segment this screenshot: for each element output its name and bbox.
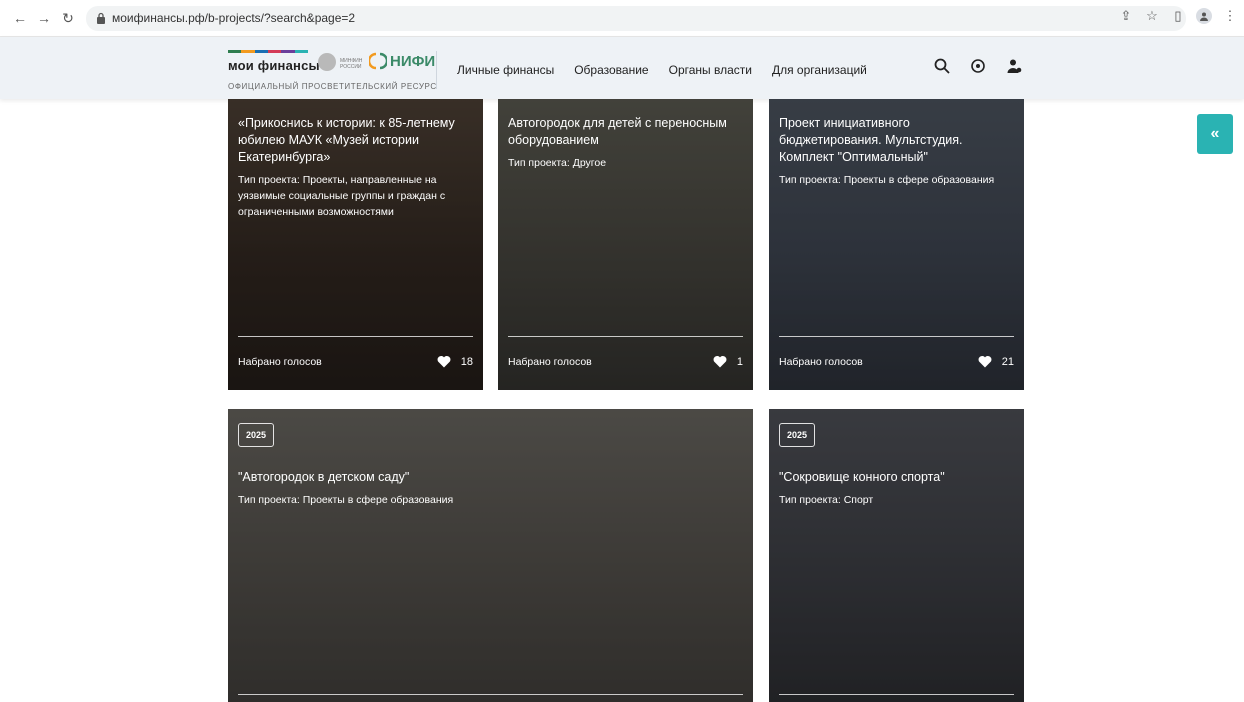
sidepanel-icon[interactable]: ▯	[1170, 8, 1186, 24]
nifi-label: НИФИ	[390, 53, 436, 70]
project-type: Тип проекта: Проекты в сфере образования	[238, 494, 454, 506]
search-icon[interactable]	[933, 57, 951, 75]
votes-label: Набрано голосов	[508, 355, 592, 368]
menu-kebab-icon[interactable]: ⋮	[1222, 8, 1238, 24]
votes-label: Набрано голосов	[779, 355, 863, 368]
nav-authorities[interactable]: Органы власти	[669, 63, 752, 77]
lock-icon	[97, 12, 105, 24]
project-type: Тип проекта: Проекты, направленные на уя…	[238, 174, 446, 218]
minfin-label: МИНФИН РОССИИ	[340, 58, 363, 70]
heart-icon[interactable]	[713, 355, 727, 368]
forward-icon[interactable]: →	[34, 8, 54, 28]
project-title: "Автогородок в детском саду"	[238, 470, 410, 484]
logo-stripe	[228, 50, 308, 53]
card-divider	[779, 694, 1014, 695]
votes-count: 1	[736, 355, 743, 368]
nifi-logo-icon	[369, 52, 387, 70]
year-badge: 2025	[779, 423, 816, 447]
project-card[interactable]: Проект инициативного бюджетирования. Мул…	[769, 99, 1024, 390]
project-type: Тип проекта: Проекты в сфере образования	[779, 174, 995, 186]
nav-organizations[interactable]: Для организаций	[772, 63, 867, 77]
back-icon[interactable]: ←	[10, 8, 30, 28]
url-text: моифинансы.рф/b-projects/?search&page=2	[112, 11, 356, 25]
heart-icon[interactable]	[978, 355, 992, 368]
nav-personal-finance[interactable]: Личные финансы	[457, 63, 554, 77]
site-logo[interactable]: мои финансы МИНФИН РОССИИ НИФИ ОФИЦИАЛЬН…	[228, 46, 436, 94]
reload-icon[interactable]: ↻	[58, 8, 78, 28]
card-divider	[238, 336, 473, 337]
double-chevron-left-icon: «	[1210, 125, 1220, 142]
site-tagline: ОФИЦИАЛЬНЫЙ ПРОСВЕТИТЕЛЬСКИЙ РЕСУРС	[228, 82, 437, 91]
project-card[interactable]: 2025 "Автогородок в детском саду" Тип пр…	[228, 409, 753, 702]
project-title: "Сокровище конного спорта"	[779, 470, 945, 484]
votes-count: 18	[460, 355, 473, 368]
project-card[interactable]: «Прикоснись к истории: к 85-летнему юбил…	[228, 99, 483, 390]
project-card[interactable]: 2025 "Сокровище конного спорта" Тип прое…	[769, 409, 1024, 702]
heart-icon[interactable]	[437, 355, 451, 368]
year-badge: 2025	[238, 423, 275, 447]
project-title: Автогородок для детей с переносным обору…	[508, 116, 727, 147]
project-card[interactable]: Автогородок для детей с переносным обору…	[498, 99, 753, 390]
project-type: Тип проекта: Спорт	[779, 494, 874, 506]
profile-avatar-icon[interactable]	[1196, 8, 1212, 24]
user-login-icon[interactable]	[1005, 57, 1023, 75]
brand-name: мои финансы	[228, 58, 320, 73]
votes-count: 21	[1001, 355, 1014, 368]
nav-education[interactable]: Образование	[574, 63, 648, 77]
card-divider	[238, 694, 743, 695]
header-divider	[436, 51, 437, 89]
share-icon[interactable]: ⇪	[1118, 8, 1134, 24]
project-type: Тип проекта: Другое	[508, 157, 607, 169]
bookmark-star-icon[interactable]: ☆	[1144, 8, 1160, 24]
browser-toolbar: ← → ↻ моифинансы.рф/b-projects/?search&p…	[0, 0, 1244, 37]
project-title: Проект инициативного бюджетирования. Мул…	[779, 116, 963, 164]
coat-of-arms-icon	[318, 53, 336, 71]
main-nav: Личные финансы Образование Органы власти…	[457, 63, 867, 77]
votes-label: Набрано голосов	[238, 355, 322, 368]
address-bar[interactable]: моифинансы.рф/b-projects/?search&page=2	[86, 5, 1186, 31]
side-panel-toggle-button[interactable]: «	[1197, 114, 1233, 154]
project-title: «Прикоснись к истории: к 85-летнему юбил…	[238, 116, 455, 164]
accessibility-eye-icon[interactable]	[969, 57, 987, 75]
site-header: мои финансы МИНФИН РОССИИ НИФИ ОФИЦИАЛЬН…	[0, 37, 1244, 99]
card-divider	[779, 336, 1014, 337]
card-divider	[508, 336, 743, 337]
